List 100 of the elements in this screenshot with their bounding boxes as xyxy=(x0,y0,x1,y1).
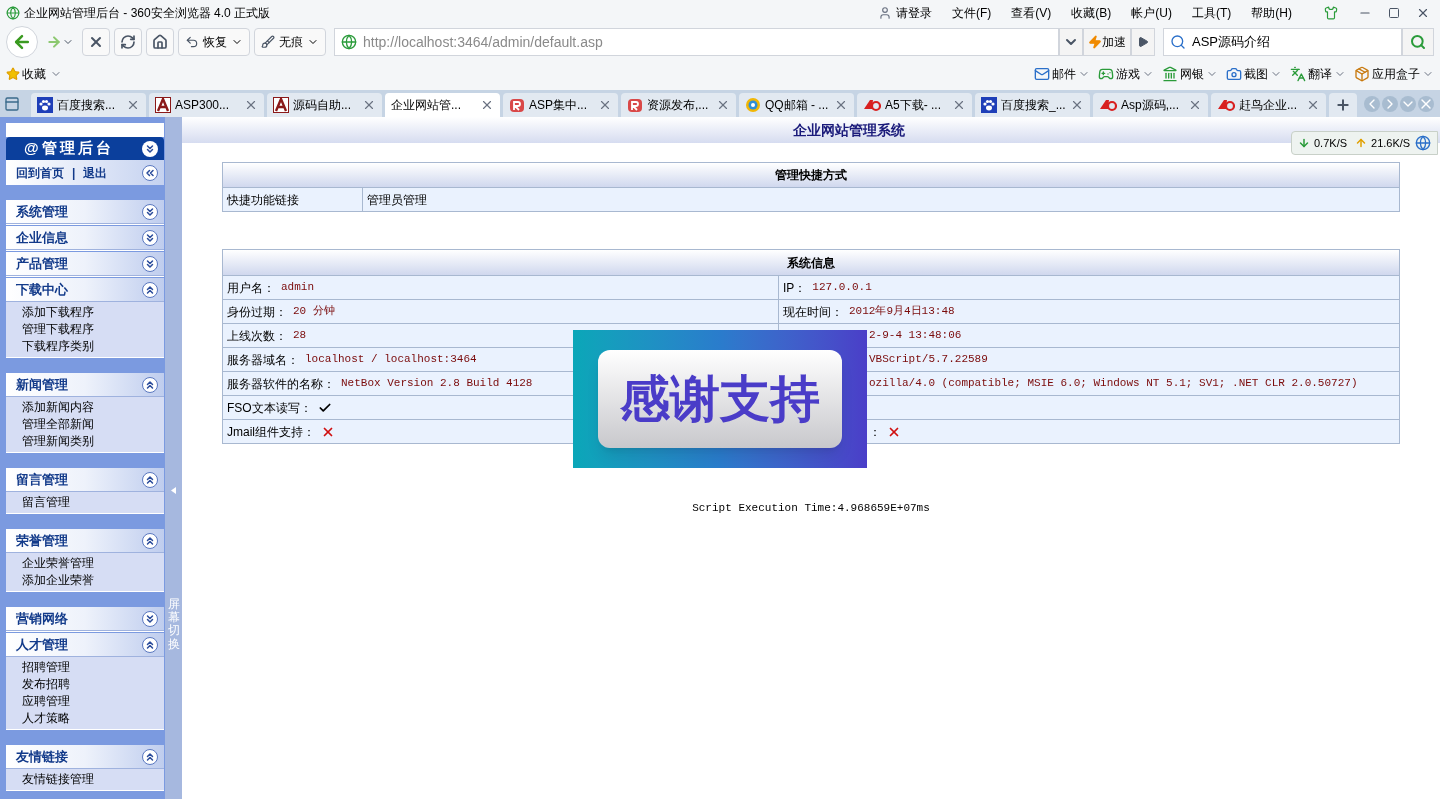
menu-item[interactable]: 招聘管理 xyxy=(22,659,164,676)
section-header[interactable]: 下载中心 xyxy=(6,278,164,302)
close-icon[interactable] xyxy=(598,98,612,112)
speedup-button[interactable]: 加速 xyxy=(1083,28,1131,56)
expand-icon[interactable] xyxy=(142,229,158,246)
menu-item[interactable]: 添加下载程序 xyxy=(22,304,164,321)
section-header[interactable]: 友情链接 xyxy=(6,745,164,769)
section-header[interactable]: 营销网络 xyxy=(6,607,164,631)
bank-icon xyxy=(1162,66,1178,82)
menu-item[interactable]: 应聘管理 xyxy=(22,693,164,710)
home-link[interactable]: 回到首页 xyxy=(16,163,64,182)
refresh-button[interactable] xyxy=(114,28,142,56)
section-header[interactable]: 人才管理 xyxy=(6,633,164,657)
address-field[interactable]: http://localhost:3464/admin/default.asp xyxy=(334,28,1059,56)
info-value: 127.0.0.1 xyxy=(812,280,872,296)
close-icon[interactable] xyxy=(1416,6,1430,20)
close-icon[interactable] xyxy=(480,98,494,112)
browser-tab[interactable]: ASP300... xyxy=(149,93,264,117)
logo-icon xyxy=(863,98,881,112)
shirt-icon[interactable] xyxy=(1324,6,1338,20)
menu-item[interactable]: 管理全部新闻 xyxy=(22,416,164,433)
info-value: ozilla/4.0 (compatible; MSIE 6.0; Windows NT 5.1; SV1; .NET CLR 2.0.50727) xyxy=(869,376,1358,392)
login-link[interactable]: 请登录 xyxy=(896,4,932,22)
toolbar-item[interactable]: 邮件 xyxy=(1052,65,1076,83)
close-icon[interactable] xyxy=(1306,98,1320,112)
back-icon[interactable] xyxy=(142,164,158,181)
mail-icon xyxy=(1034,66,1050,82)
toolbar-item[interactable]: 游戏 xyxy=(1116,65,1140,83)
logout-link[interactable]: 退出 xyxy=(83,163,108,182)
toolbar-item[interactable]: 截图 xyxy=(1244,65,1268,83)
expand-icon[interactable] xyxy=(142,203,158,220)
browser-tab[interactable]: 百度搜索... xyxy=(31,93,146,117)
banner-text: 感谢支持 xyxy=(620,374,820,424)
menu-item[interactable]: 管理新闻类别 xyxy=(22,433,164,450)
logo-icon xyxy=(509,97,525,113)
menu-item[interactable]: 友情链接管理 xyxy=(22,771,164,788)
private-mode-button[interactable]: 无痕 xyxy=(254,28,326,56)
browser-tab[interactable]: 赶鸟企业... xyxy=(1211,93,1326,117)
close-icon[interactable] xyxy=(244,98,258,112)
menu-item[interactable]: 人才策略 xyxy=(22,710,164,727)
shortcut-link[interactable]: 管理员管理 xyxy=(363,188,431,211)
section-header[interactable]: 系统管理 xyxy=(6,200,164,224)
menu-item[interactable]: 添加新闻内容 xyxy=(22,399,164,416)
browser-tab[interactable]: QQ邮箱 - ... xyxy=(739,93,854,117)
menu-item[interactable]: 发布招聘 xyxy=(22,676,164,693)
browser-tab[interactable]: A5下载- ... xyxy=(857,93,972,117)
browser-tab[interactable]: 百度搜索_... xyxy=(975,93,1090,117)
menu-item[interactable]: 收藏(B) xyxy=(1071,4,1112,22)
play-button[interactable] xyxy=(1131,28,1155,56)
info-value: localhost / localhost:3464 xyxy=(305,352,477,368)
section-header[interactable]: 新闻管理 xyxy=(6,373,164,397)
info-value: 28 xyxy=(293,328,307,344)
browser-tab[interactable]: 企业网站管... xyxy=(385,93,500,117)
close-icon[interactable] xyxy=(1070,98,1084,112)
menu-item[interactable]: 文件(F) xyxy=(952,4,992,22)
menu-item[interactable]: 帮助(H) xyxy=(1251,4,1292,22)
menu-item[interactable]: 添加企业荣誉 xyxy=(22,572,164,589)
menu-item[interactable]: 留言管理 xyxy=(22,494,164,511)
logo-icon xyxy=(1099,98,1117,112)
search-field[interactable]: ASP源码介绍 xyxy=(1163,28,1402,56)
new-tab-button[interactable] xyxy=(1329,93,1357,117)
info-label: ： xyxy=(869,423,881,441)
restore-button[interactable]: 恢复 xyxy=(178,28,250,56)
menu-item[interactable]: 查看(V) xyxy=(1011,4,1052,22)
expand-icon[interactable] xyxy=(142,610,158,627)
section-header[interactable]: 产品管理 xyxy=(6,252,164,276)
close-icon[interactable] xyxy=(716,98,730,112)
paw-icon xyxy=(37,97,53,113)
toolbar-item[interactable]: 翻译 xyxy=(1308,65,1332,83)
close-icon[interactable] xyxy=(1188,98,1202,112)
section-header[interactable]: 留言管理 xyxy=(6,468,164,492)
globe-icon[interactable] xyxy=(1415,135,1431,151)
toolbar-item[interactable]: 网银 xyxy=(1180,65,1204,83)
menu-item[interactable]: 下载程序类别 xyxy=(22,338,164,355)
section-header[interactable]: 荣誉管理 xyxy=(6,529,164,553)
expand-icon[interactable] xyxy=(142,255,158,272)
sidebar-toggle-icon[interactable] xyxy=(4,95,20,112)
stop-button[interactable] xyxy=(82,28,110,56)
favorites-menu[interactable]: 收藏 xyxy=(22,65,46,83)
dropdown-button[interactable] xyxy=(1059,28,1083,56)
search-button[interactable] xyxy=(1402,28,1434,56)
menu-item[interactable]: 管理下载程序 xyxy=(22,321,164,338)
menu-item[interactable]: 企业荣誉管理 xyxy=(22,555,164,572)
info-label: IP： xyxy=(783,279,807,297)
toolbar-item[interactable]: 应用盒子 xyxy=(1372,65,1420,83)
menu-item[interactable]: 帐户(U) xyxy=(1131,4,1172,22)
home-button[interactable] xyxy=(146,28,174,56)
close-icon[interactable] xyxy=(126,98,140,112)
close-icon[interactable] xyxy=(834,98,848,112)
browser-tab[interactable]: Asp源码,... xyxy=(1093,93,1208,117)
browser-tab[interactable]: 源码自助... xyxy=(267,93,382,117)
browser-tab[interactable]: 资源发布,... xyxy=(621,93,736,117)
close-icon[interactable] xyxy=(952,98,966,112)
browser-tab[interactable]: ASP集中... xyxy=(503,93,618,117)
menu-item[interactable]: 工具(T) xyxy=(1192,4,1232,22)
section-header[interactable]: 企业信息 xyxy=(6,226,164,250)
close-icon[interactable] xyxy=(362,98,376,112)
maximize-icon[interactable] xyxy=(1388,7,1400,19)
back-button[interactable] xyxy=(6,26,38,58)
info-value: NetBox Version 2.8 Build 4128 xyxy=(341,376,533,392)
